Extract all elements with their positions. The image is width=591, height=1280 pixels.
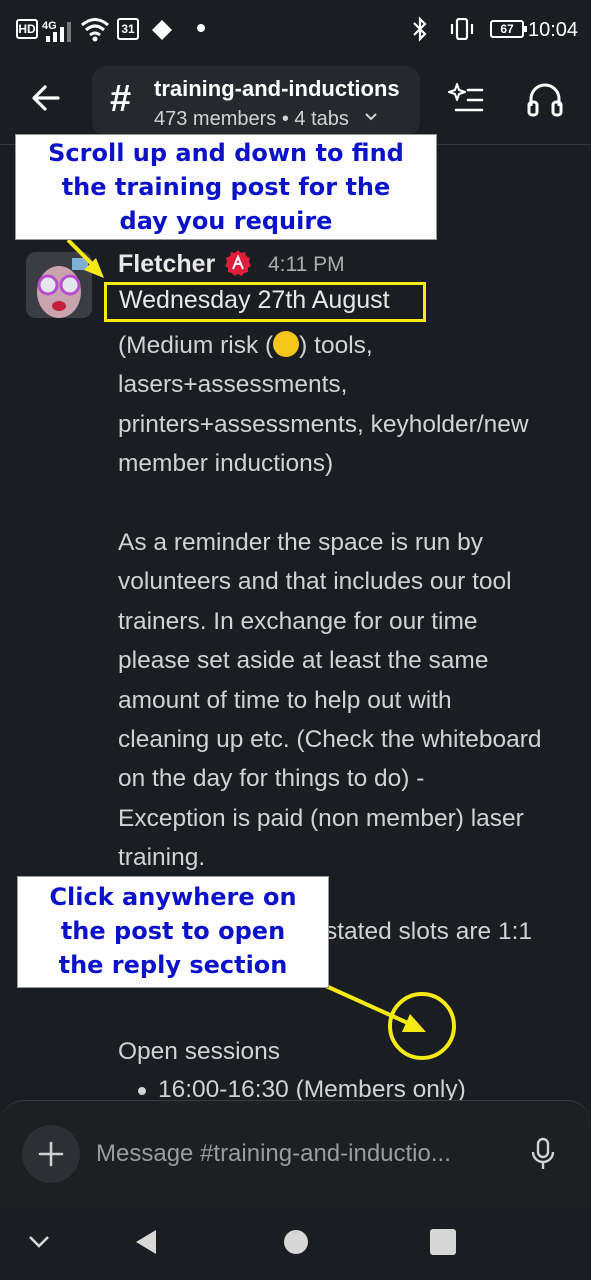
diamond-icon [152, 20, 172, 40]
message-line: As a reminder the space is run by [118, 529, 483, 557]
message-line: member inductions) [118, 450, 334, 478]
notification-dot-icon [197, 24, 205, 32]
status-bar: HD 4G 31 67 10:04 [0, 0, 591, 60]
plus-icon [38, 1141, 64, 1167]
message-line: amount of time to help out with [118, 686, 452, 714]
hash-icon: # [110, 78, 132, 120]
system-nav-bar [0, 1208, 591, 1280]
yellow-circle-emoji-icon [273, 331, 300, 357]
date-highlight-box [104, 282, 426, 322]
message-line: printers+assessments, keyholder/new [118, 410, 529, 438]
click-target-circle [388, 992, 456, 1060]
avatar-image [26, 252, 92, 318]
microphone-icon[interactable] [530, 1137, 556, 1171]
battery-icon: 67 [490, 20, 527, 38]
message-composer [0, 1100, 591, 1208]
headphones-icon[interactable] [526, 80, 564, 118]
back-arrow-icon[interactable] [28, 80, 64, 116]
message-body[interactable]: (Medium risk () tools, lasers+assessment… [118, 326, 578, 878]
message-line: training. [118, 844, 206, 872]
chevron-down-icon [365, 113, 377, 121]
message-line: trainers. In exchange for our time [118, 607, 478, 635]
message-line: volunteers and that includes our tool [118, 568, 512, 596]
summary-icon[interactable] [448, 82, 484, 116]
nav-home-icon[interactable] [284, 1230, 308, 1254]
calendar-icon: 31 [117, 18, 139, 40]
message-timestamp: 4:11 PM [268, 253, 345, 276]
message-line: (Medium risk () tools, [118, 331, 373, 359]
message-line: please set aside at least the same [118, 647, 489, 675]
avatar[interactable] [26, 252, 92, 318]
vibrate-icon [450, 18, 474, 40]
add-attachment-button[interactable] [22, 1125, 80, 1183]
message-line: cleaning up etc. (Check the whiteboard [118, 726, 542, 754]
open-sessions-label: Open sessions [118, 1038, 281, 1065]
wifi-icon [81, 18, 109, 42]
message-line: lasers+assessments, [118, 371, 348, 399]
instruction-callout-bottom: Click anywhere on the post to open the r… [17, 876, 329, 988]
channel-info-button[interactable]: # training-and-inductions 473 members • … [92, 66, 420, 136]
message-line: on the day for things to do) - [118, 765, 425, 793]
instruction-callout-top: Scroll up and down to find the training … [15, 134, 437, 240]
message-line-partial: stated slots are 1:1 [325, 918, 533, 945]
hd-icon: HD [16, 19, 38, 39]
clock: 10:04 [528, 19, 579, 41]
signal-icon [46, 22, 71, 42]
nav-recents-icon[interactable] [430, 1229, 456, 1255]
message-line: Exception is paid (non member) laser [118, 804, 524, 832]
message-input[interactable] [96, 1139, 496, 1169]
nav-back-icon[interactable] [132, 1228, 160, 1256]
channel-meta: 473 members • 4 tabs [154, 108, 349, 130]
channel-name: training-and-inductions [154, 76, 400, 101]
admin-badge-icon [225, 250, 251, 276]
bluetooth-icon [413, 16, 427, 42]
channel-header: # training-and-inductions 473 members • … [0, 60, 591, 144]
hide-keyboard-chevron-icon[interactable] [28, 1230, 50, 1252]
sender-name[interactable]: Fletcher [118, 250, 215, 279]
